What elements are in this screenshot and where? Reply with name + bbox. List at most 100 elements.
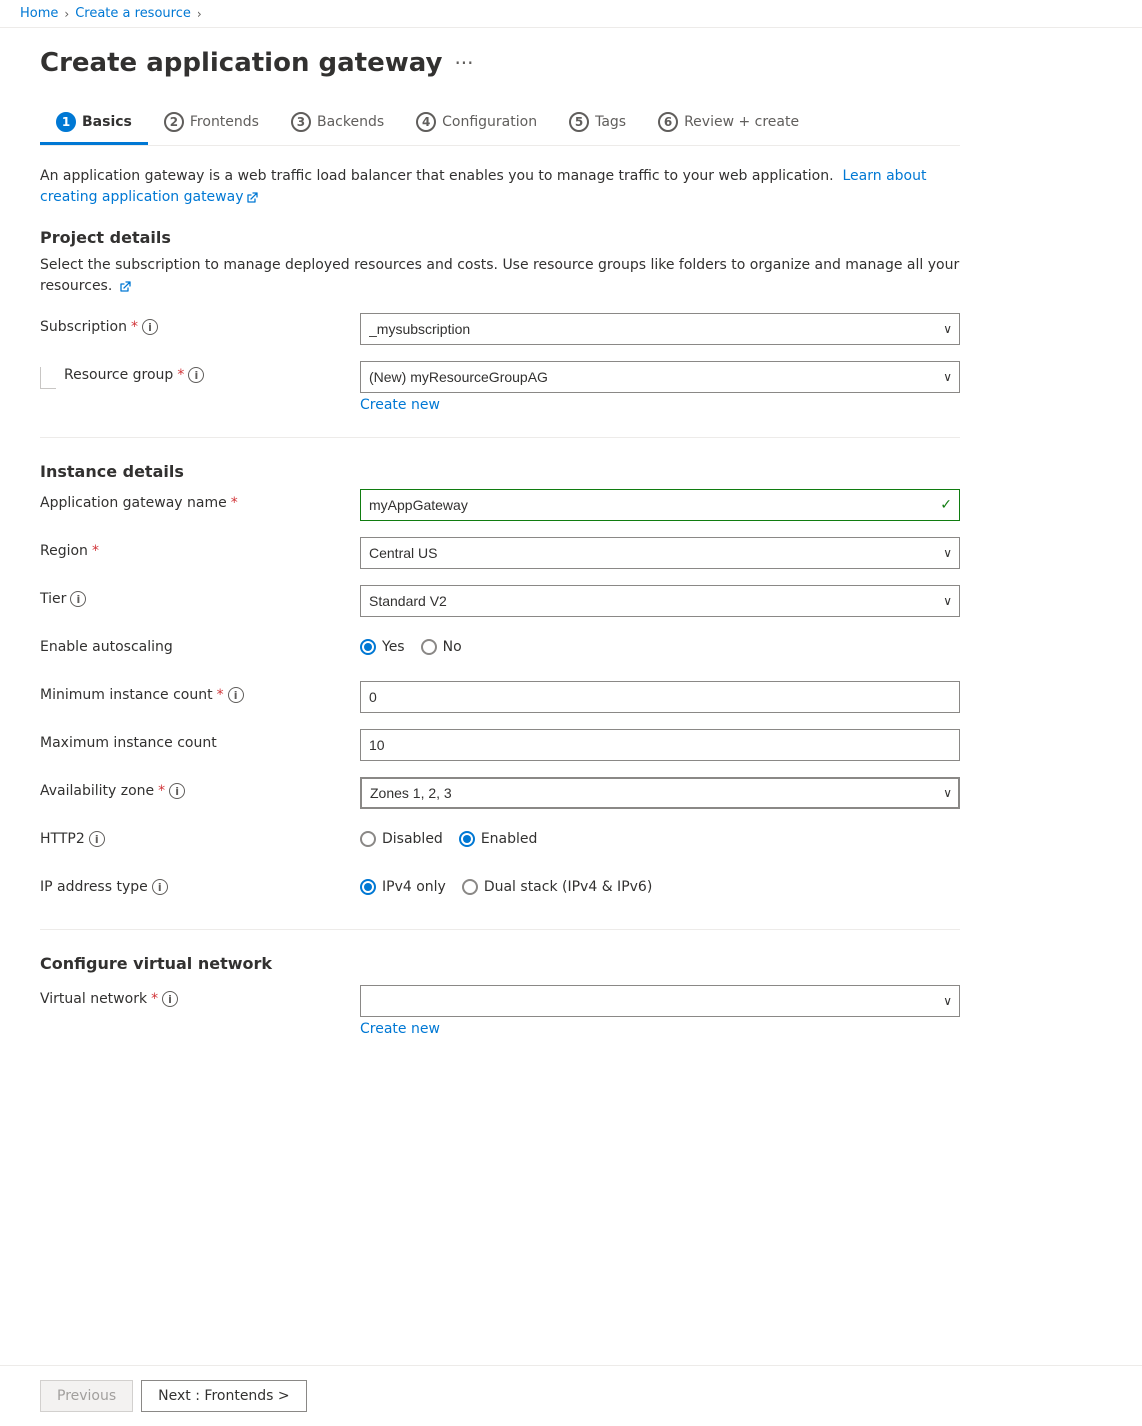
autoscaling-label-container: Enable autoscaling (40, 633, 360, 655)
http2-disabled-text: Disabled (382, 831, 443, 847)
resource-group-select-wrapper: (New) myResourceGroupAG ∨ (360, 361, 960, 393)
min-instance-input[interactable]: 0 (360, 681, 960, 713)
resource-group-create-new[interactable]: Create new (360, 397, 440, 413)
http2-disabled-radio[interactable] (360, 831, 376, 847)
max-instance-label: Maximum instance count (40, 735, 217, 751)
region-label: Region (40, 543, 88, 559)
tier-label-container: Tier i (40, 585, 360, 607)
breadcrumb-sep-1: › (64, 7, 69, 21)
availability-zone-info-icon[interactable]: i (169, 783, 185, 799)
tab-frontends[interactable]: 2 Frontends (148, 102, 275, 145)
tab-tags[interactable]: 5 Tags (553, 102, 642, 145)
footer: Previous Next : Frontends > (0, 1365, 1142, 1426)
top-bar: Home › Create a resource › (0, 0, 1142, 28)
region-select[interactable]: Central US (360, 537, 960, 569)
app-gateway-name-row: Application gateway name * myAppGateway … (40, 489, 960, 521)
tab-backends-number: 3 (291, 112, 311, 132)
breadcrumb-create-resource[interactable]: Create a resource (75, 6, 191, 21)
virtual-network-select-wrapper: ∨ (360, 985, 960, 1017)
availability-zone-required: * (158, 783, 165, 799)
tier-row: Tier i Standard V2 ∨ (40, 585, 960, 617)
tab-basics[interactable]: 1 Basics (40, 102, 148, 145)
http2-enabled-radio[interactable] (459, 831, 475, 847)
tab-configuration[interactable]: 4 Configuration (400, 102, 553, 145)
autoscaling-yes-label[interactable]: Yes (360, 639, 405, 655)
tier-info-icon[interactable]: i (70, 591, 86, 607)
tab-configuration-number: 4 (416, 112, 436, 132)
region-required: * (92, 543, 99, 559)
availability-zone-row: Availability zone * i Zones 1, 2, 3 ∨ (40, 777, 960, 809)
virtual-network-info-icon[interactable]: i (162, 991, 178, 1007)
min-instance-info-icon[interactable]: i (228, 687, 244, 703)
app-gateway-name-wrapper: myAppGateway ✓ (360, 489, 960, 521)
ip-address-type-label-container: IP address type i (40, 873, 360, 895)
autoscaling-yes-text: Yes (382, 639, 405, 655)
project-details-desc: Select the subscription to manage deploy… (40, 255, 960, 297)
autoscaling-no-label[interactable]: No (421, 639, 462, 655)
instance-details-title: Instance details (40, 462, 960, 481)
min-instance-required: * (217, 687, 224, 703)
app-gateway-name-control: myAppGateway ✓ (360, 489, 960, 521)
virtual-network-row: Virtual network * i ∨ Create new (40, 985, 960, 1037)
autoscaling-yes-radio[interactable] (360, 639, 376, 655)
virtual-network-label-container: Virtual network * i (40, 985, 360, 1007)
page-title: Create application gateway (40, 48, 442, 78)
ip-dual-stack-label[interactable]: Dual stack (IPv4 & IPv6) (462, 879, 652, 895)
virtual-network-required: * (151, 991, 158, 1007)
ip-ipv4-radio[interactable] (360, 879, 376, 895)
availability-zone-select[interactable]: Zones 1, 2, 3 (360, 777, 960, 809)
autoscaling-control: Yes No (360, 633, 960, 655)
http2-label: HTTP2 (40, 831, 85, 847)
tier-select[interactable]: Standard V2 (360, 585, 960, 617)
tab-review-create[interactable]: 6 Review + create (642, 102, 815, 145)
autoscaling-no-radio[interactable] (421, 639, 437, 655)
http2-radio-group: Disabled Enabled (360, 825, 960, 847)
tab-review-label: Review + create (684, 114, 799, 130)
tab-basics-label: Basics (82, 114, 132, 130)
autoscaling-row: Enable autoscaling Yes No (40, 633, 960, 665)
autoscaling-radio-group: Yes No (360, 633, 960, 655)
external-link-icon (246, 190, 260, 204)
subscription-label: Subscription (40, 319, 127, 335)
app-gateway-name-label-container: Application gateway name * (40, 489, 360, 511)
ip-address-type-control: IPv4 only Dual stack (IPv4 & IPv6) (360, 873, 960, 895)
next-button[interactable]: Next : Frontends > (141, 1380, 307, 1412)
app-gateway-name-input[interactable]: myAppGateway (360, 489, 960, 521)
resource-group-info-icon[interactable]: i (188, 367, 204, 383)
ip-address-type-info-icon[interactable]: i (152, 879, 168, 895)
tab-configuration-label: Configuration (442, 114, 537, 130)
resource-group-label: Resource group * i (64, 367, 204, 383)
subscription-info-icon[interactable]: i (142, 319, 158, 335)
divider-1 (40, 437, 960, 438)
ip-dual-stack-radio[interactable] (462, 879, 478, 895)
virtual-network-create-new[interactable]: Create new (360, 1021, 440, 1037)
page-title-container: Create application gateway ··· (40, 48, 960, 78)
subscription-required: * (131, 319, 138, 335)
subscription-select[interactable]: _mysubscription (360, 313, 960, 345)
ip-ipv4-text: IPv4 only (382, 879, 446, 895)
breadcrumb-sep-2: › (197, 7, 202, 21)
http2-disabled-label[interactable]: Disabled (360, 831, 443, 847)
project-details-title: Project details (40, 228, 960, 247)
page-description: An application gateway is a web traffic … (40, 166, 960, 208)
min-instance-label-container: Minimum instance count * i (40, 681, 360, 703)
virtual-network-select[interactable] (360, 985, 960, 1017)
virtual-network-section-title: Configure virtual network (40, 954, 960, 973)
tab-backends[interactable]: 3 Backends (275, 102, 400, 145)
breadcrumb-home[interactable]: Home (20, 6, 58, 21)
tab-backends-label: Backends (317, 114, 384, 130)
bottom-spacer (40, 1053, 960, 1133)
http2-control: Disabled Enabled (360, 825, 960, 847)
previous-button[interactable]: Previous (40, 1380, 133, 1412)
ip-ipv4-label[interactable]: IPv4 only (360, 879, 446, 895)
http2-enabled-label[interactable]: Enabled (459, 831, 538, 847)
http2-info-icon[interactable]: i (89, 831, 105, 847)
page-title-ellipsis[interactable]: ··· (454, 51, 473, 75)
resource-group-label-area: Resource group * i (40, 361, 360, 389)
tab-tags-number: 5 (569, 112, 589, 132)
resource-group-required: * (177, 367, 184, 383)
resource-group-control: (New) myResourceGroupAG ∨ Create new (360, 361, 960, 413)
resource-group-select[interactable]: (New) myResourceGroupAG (360, 361, 960, 393)
breadcrumb: Home › Create a resource › (20, 6, 1122, 21)
max-instance-input[interactable]: 10 (360, 729, 960, 761)
